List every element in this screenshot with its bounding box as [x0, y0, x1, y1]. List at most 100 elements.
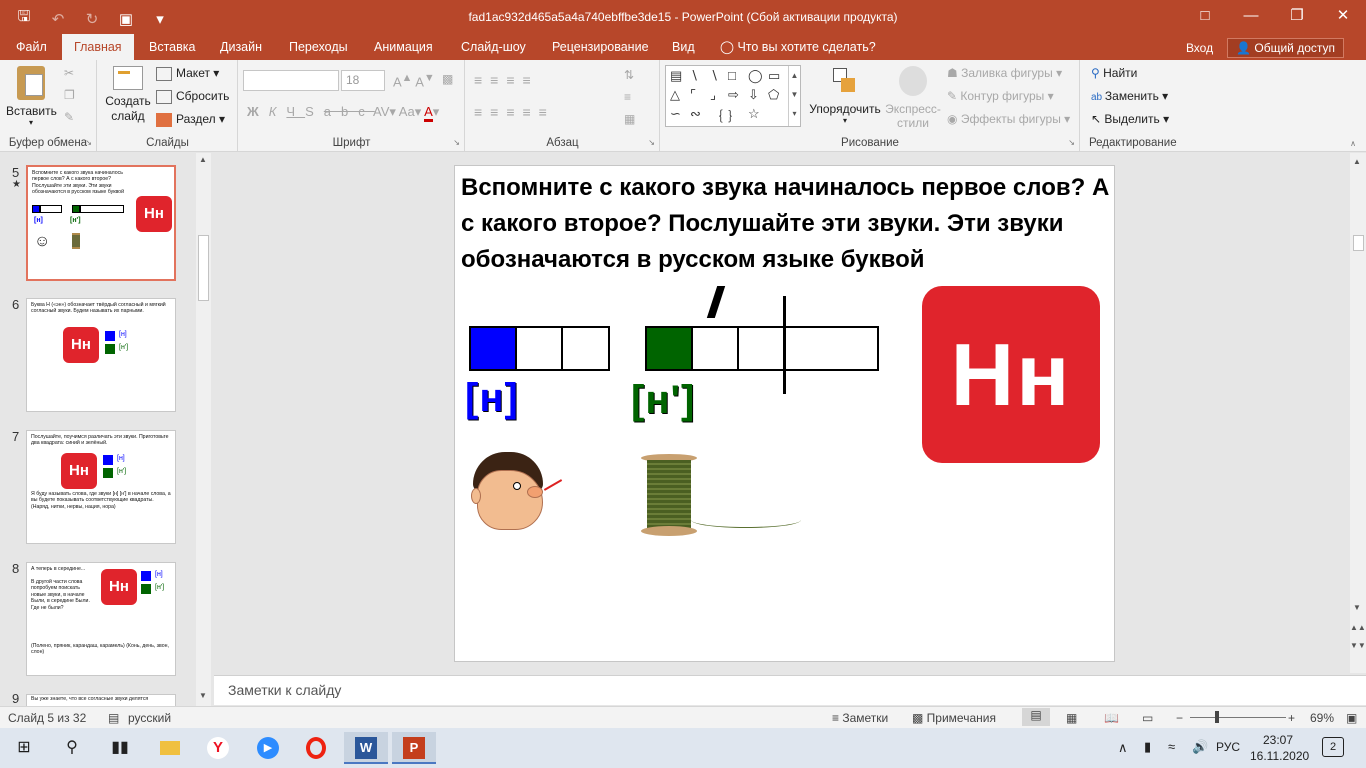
rectangle-shape-icon[interactable]: □	[728, 68, 736, 83]
previous-slide-icon[interactable]: ▲▲	[1350, 623, 1366, 635]
triangle-shape-icon[interactable]: △	[670, 87, 680, 103]
show-hidden-icons-icon[interactable]: ∧	[1118, 740, 1128, 756]
arrow-right-shape-icon[interactable]: ⇨	[728, 87, 739, 103]
tab-review[interactable]: Рецензирование	[540, 34, 661, 60]
clear-formatting-icon[interactable]: ▩	[442, 72, 453, 86]
star-shape-icon[interactable]: ☆	[748, 106, 760, 122]
shapes-gallery-scroll[interactable]: ▲ ▼ ▾	[788, 66, 800, 126]
tab-view[interactable]: Вид	[660, 34, 707, 60]
collapse-ribbon-icon[interactable]: ∧	[1350, 139, 1356, 148]
shape-outline-button[interactable]: ✎ Контур фигуры ▾	[947, 89, 1054, 103]
scroll-thumb[interactable]	[1353, 235, 1364, 251]
slide-title[interactable]: Вспомните с какого звука начиналось перв…	[461, 170, 1111, 278]
copy-icon[interactable]: ❐	[64, 88, 75, 102]
arrange-button[interactable]: Упорядочить ▾	[807, 66, 883, 125]
cut-icon[interactable]: ✂	[64, 66, 74, 80]
zoom-slider-thumb[interactable]	[1215, 711, 1219, 723]
tab-home[interactable]: Главная	[62, 34, 134, 60]
connector-shape-icon[interactable]: ⌜	[690, 87, 696, 103]
minimize-button[interactable]: —	[1228, 0, 1274, 34]
wifi-icon[interactable]: ≈	[1168, 739, 1175, 754]
notification-center-icon[interactable]: 2	[1322, 737, 1344, 757]
task-view-icon[interactable]: ▮▮	[98, 732, 142, 764]
zoom-level[interactable]: 69%	[1310, 711, 1334, 725]
restore-button[interactable]: ❐	[1274, 0, 1320, 34]
freeform-shape-icon[interactable]: ∾	[690, 106, 701, 122]
shape-effects-button[interactable]: ◉ Эффекты фигуры ▾	[947, 112, 1070, 126]
scheme-cell-blue[interactable]	[469, 326, 517, 371]
line-shape-icon[interactable]: ∖	[690, 68, 698, 84]
tell-me-box[interactable]: ◯ Что вы хотите сделать?	[708, 34, 888, 60]
font-name-select[interactable]	[243, 70, 339, 91]
line-shape-icon[interactable]: ∖	[710, 68, 718, 84]
slide-scrollbar[interactable]: ▲ ▼ ▲▲ ▼▼	[1350, 153, 1366, 673]
tab-design[interactable]: Дизайн	[208, 34, 274, 60]
syllable-divider[interactable]	[783, 296, 786, 394]
thumbnail-slide-8[interactable]: А теперь в середине... В другой части сл…	[26, 562, 176, 676]
scroll-up-icon[interactable]: ▲	[196, 155, 210, 167]
stress-mark[interactable]	[706, 286, 726, 318]
next-slide-icon[interactable]: ▼▼	[1350, 641, 1366, 653]
yandex-browser-icon[interactable]: Y	[196, 732, 240, 764]
tab-slideshow[interactable]: Слайд-шоу	[449, 34, 538, 60]
language-indicator[interactable]: русский	[128, 711, 171, 725]
scheme-cell[interactable]	[515, 326, 563, 371]
dialog-launcher-icon[interactable]: ↘	[648, 138, 655, 147]
zoom-out-icon[interactable]: −	[1176, 711, 1183, 725]
textbox-shape-icon[interactable]: ▤	[670, 68, 682, 84]
tab-transitions[interactable]: Переходы	[277, 34, 360, 60]
find-button[interactable]: ⚲ Найти	[1091, 66, 1137, 80]
pentagon-shape-icon[interactable]: ⬠	[768, 87, 779, 103]
tab-animations[interactable]: Анимация	[362, 34, 445, 60]
reset-button[interactable]: Сбросить	[156, 89, 229, 104]
font-size-select[interactable]: 18	[341, 70, 385, 91]
sound-soft-label[interactable]: [н']	[631, 378, 695, 423]
thumbnail-slide-9[interactable]: Вы уже знаете, что все согласные звуки д…	[26, 694, 176, 706]
paste-button[interactable]: Вставить ▾	[6, 66, 57, 127]
scheme-cell[interactable]	[691, 326, 739, 371]
replace-button[interactable]: ab Заменить ▾	[1091, 89, 1168, 103]
connector-shape-icon[interactable]: ⌟	[710, 87, 716, 103]
font-color-buttons[interactable]: AV▾ Aa▾ A▾	[373, 104, 439, 122]
scroll-down-icon[interactable]: ▼	[196, 691, 210, 703]
arrow-down-shape-icon[interactable]: ⇩	[748, 87, 759, 103]
thumbnail-slide-6[interactable]: Буква Н («эн») обозначает твёрдый соглас…	[26, 298, 176, 412]
layout-button[interactable]: Макет ▾	[156, 66, 219, 81]
battery-icon[interactable]: ▮	[1144, 739, 1151, 755]
scroll-down-icon[interactable]: ▼	[1350, 603, 1364, 615]
share-button[interactable]: 👤 Общий доступ	[1227, 38, 1344, 58]
text-direction-icon[interactable]: ⇅	[624, 68, 634, 82]
shapes-gallery[interactable]: ▤ ∖ ∖ □ ◯ ▭ △ ⌜ ⌟ ⇨ ⇩ ⬠ ∽ ∾ ｛ ｝ ☆ ▲ ▼ ▾	[665, 65, 801, 127]
scheme-cell[interactable]	[561, 326, 610, 371]
scheme-cell[interactable]	[737, 326, 785, 371]
clock[interactable]: 23:07 16.11.2020	[1250, 732, 1309, 764]
zoom-slider[interactable]	[1190, 717, 1286, 718]
smartart-icon[interactable]: ▦	[624, 112, 635, 126]
thumbnail-slide-5[interactable]: Вспомните с какого звука начиналось перв…	[26, 165, 176, 281]
sound-hard-label[interactable]: [н]	[465, 376, 519, 421]
word-app-icon[interactable]: W	[344, 732, 388, 764]
opera-browser-icon[interactable]	[294, 732, 338, 764]
font-style-buttons[interactable]: ЖКЧSabc	[247, 104, 375, 119]
thread-spool-picture[interactable]	[641, 454, 805, 540]
oval-shape-icon[interactable]: ◯	[748, 68, 763, 84]
letter-logo[interactable]: Нн	[922, 286, 1100, 463]
scroll-thumb[interactable]	[198, 235, 209, 301]
quick-styles-button[interactable]: Экспресс- стили	[883, 66, 943, 130]
normal-view-icon[interactable]: ▤	[1022, 708, 1050, 726]
rounded-rectangle-shape-icon[interactable]: ▭	[768, 68, 780, 84]
file-explorer-icon[interactable]	[148, 732, 192, 764]
zoom-in-icon[interactable]: +	[1288, 711, 1295, 725]
dialog-launcher-icon[interactable]: ↘	[453, 138, 460, 147]
thumbnail-scrollbar[interactable]: ▲ ▼	[196, 153, 211, 706]
windows-start-icon[interactable]: ⊞	[2, 732, 46, 764]
spellcheck-icon[interactable]: ▤	[108, 711, 119, 725]
scheme-cell-green[interactable]	[645, 326, 693, 371]
slide-sorter-icon[interactable]: ▦	[1066, 711, 1077, 725]
brace-shape-icon[interactable]: ｝	[728, 106, 741, 125]
notes-placeholder[interactable]: Заметки к слайду	[228, 682, 341, 698]
brace-shape-icon[interactable]: ｛	[710, 106, 723, 125]
fit-to-window-icon[interactable]: ▣	[1346, 711, 1357, 725]
dialog-launcher-icon[interactable]: ↘	[85, 138, 92, 147]
volume-icon[interactable]: 🔊	[1192, 739, 1208, 755]
